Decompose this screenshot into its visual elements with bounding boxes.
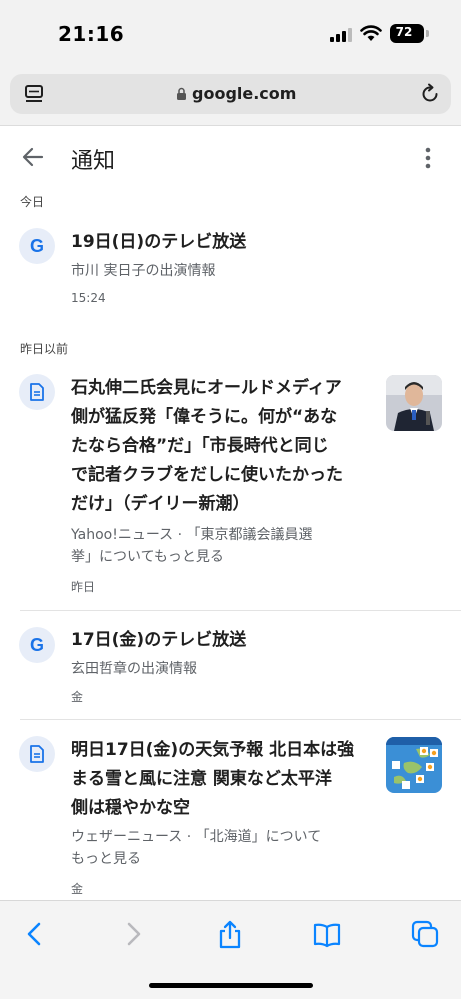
page-header: 通知 bbox=[0, 126, 461, 186]
google-g-icon: G bbox=[19, 627, 55, 663]
notification-title: 19日(日)のテレビ放送 bbox=[71, 232, 247, 252]
lock-icon bbox=[177, 87, 186, 100]
browser-chrome: 21:16 72 google.com bbox=[0, 0, 461, 126]
article-icon bbox=[19, 736, 55, 772]
wifi-icon bbox=[360, 25, 382, 41]
notification-time: 15:24 bbox=[71, 291, 106, 305]
notification-source: 玄田哲章の出演情報 bbox=[71, 661, 197, 677]
notification-source: 市川 実日子の出演情報 bbox=[71, 263, 216, 279]
bookmarks-icon[interactable] bbox=[312, 919, 342, 949]
notification-item[interactable]: G 17日(金)のテレビ放送 玄田哲章の出演情報 金 bbox=[0, 622, 461, 708]
notification-title: 石丸伸二氏会見にオールドメディア 側が猛反発「偉そうに。何が“あな たなら合格”… bbox=[71, 378, 343, 514]
notification-item[interactable]: G 19日(日)のテレビ放送 市川 実日子の出演情報 15:24 bbox=[0, 222, 461, 314]
cellular-signal-icon bbox=[330, 28, 352, 42]
page-menu-icon[interactable] bbox=[24, 84, 44, 104]
google-g-icon: G bbox=[19, 228, 55, 264]
url-text[interactable]: google.com bbox=[192, 84, 296, 103]
address-bar[interactable]: google.com bbox=[10, 74, 451, 114]
battery-level: 72 bbox=[395, 25, 413, 39]
section-label-today: 今日 bbox=[20, 195, 45, 209]
notification-time: 金 bbox=[71, 690, 84, 704]
divider bbox=[20, 719, 461, 720]
page-title: 通知 bbox=[71, 149, 116, 174]
notification-source: Yahoo!ニュース · 「東京都議会議員選 挙」についてもっと見る bbox=[71, 527, 313, 565]
divider bbox=[20, 610, 461, 611]
notification-source: ウェザーニュース · 「北海道」について もっと見る bbox=[71, 829, 322, 867]
tabs-icon[interactable] bbox=[410, 919, 440, 949]
notification-item[interactable]: 石丸伸二氏会見にオールドメディア 側が猛反発「偉そうに。何が“あな たなら合格”… bbox=[0, 368, 461, 608]
status-time: 21:16 bbox=[58, 22, 125, 46]
notification-item[interactable]: 明日17日(金)の天気予報 北日本は強 まる雪と風に注意 関東など太平洋 側は穏… bbox=[0, 730, 461, 900]
notification-title: 明日17日(金)の天気予報 北日本は強 まる雪と風に注意 関東など太平洋 側は穏… bbox=[71, 740, 355, 818]
svg-text:G: G bbox=[30, 236, 44, 256]
reload-icon[interactable] bbox=[419, 83, 441, 105]
home-indicator bbox=[149, 983, 313, 988]
notification-time: 昨日 bbox=[71, 580, 96, 594]
more-options-icon[interactable] bbox=[418, 145, 438, 171]
back-chevron-icon[interactable] bbox=[20, 919, 50, 949]
weather-map-thumbnail-image bbox=[386, 737, 442, 793]
battery-icon: 72 bbox=[390, 24, 424, 43]
forward-chevron-icon[interactable] bbox=[118, 919, 148, 949]
notification-time: 金 bbox=[71, 882, 84, 896]
back-arrow-icon[interactable] bbox=[20, 144, 46, 170]
article-icon bbox=[19, 374, 55, 410]
notification-title: 17日(金)のテレビ放送 bbox=[71, 630, 247, 650]
battery-cap bbox=[426, 30, 429, 37]
section-label-earlier: 昨日以前 bbox=[20, 342, 69, 356]
news-thumbnail-image bbox=[386, 375, 442, 431]
svg-text:G: G bbox=[30, 635, 44, 655]
share-icon[interactable] bbox=[215, 919, 245, 949]
